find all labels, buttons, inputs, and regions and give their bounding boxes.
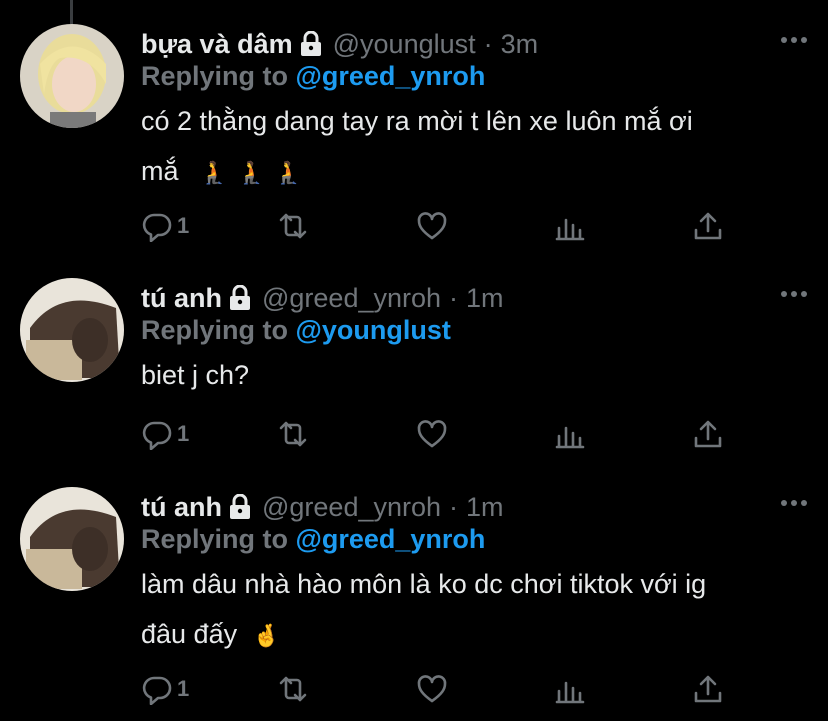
- separator-dot: ·: [483, 29, 493, 59]
- mention-link[interactable]: @younglust: [296, 315, 451, 345]
- share-icon: [694, 212, 722, 240]
- tweet-header: bựa và dâm @younglust · 3m: [141, 28, 538, 60]
- like-icon: [417, 212, 447, 240]
- replying-label: Replying to: [141, 315, 288, 345]
- crossed-fingers-emoji: 🤞: [252, 623, 281, 648]
- reply-count: 1: [177, 676, 190, 701]
- replying-to: Replying to @younglust: [141, 314, 451, 346]
- action-bar: 1: [141, 209, 741, 245]
- like-button[interactable]: [416, 209, 448, 243]
- reply-button[interactable]: 1: [141, 209, 189, 243]
- display-name[interactable]: tú anh: [141, 282, 222, 314]
- tweet-header: tú anh @greed_ynroh · 1m: [141, 491, 504, 523]
- display-name[interactable]: bựa và dâm: [141, 28, 293, 60]
- avatar-blonde-image: [20, 24, 124, 128]
- thread-connector: [70, 0, 73, 24]
- analytics-icon: [555, 426, 585, 449]
- tweet-text-line: biet j ch?: [141, 360, 250, 390]
- more-icon[interactable]: [780, 36, 808, 44]
- kneeling-emoji: 🧎: [237, 160, 265, 185]
- reply-icon: [142, 213, 172, 242]
- lock-icon: [230, 285, 250, 310]
- share-icon: [694, 675, 722, 703]
- tweet-text-line: có 2 thằng dang tay ra mời t lên xe luôn…: [141, 106, 693, 136]
- retweet-icon: [279, 421, 307, 447]
- analytics-icon: [555, 218, 585, 241]
- separator-dot: ·: [449, 283, 459, 313]
- reply-icon: [142, 421, 172, 450]
- reply-button[interactable]: 1: [141, 672, 189, 706]
- analytics-button[interactable]: [554, 209, 586, 243]
- avatar[interactable]: [20, 278, 124, 382]
- analytics-icon: [555, 681, 585, 704]
- tweet-3[interactable]: tú anh @greed_ynroh · 1m Replying to @gr…: [0, 487, 828, 721]
- analytics-button[interactable]: [554, 672, 586, 706]
- handle[interactable]: @greed_ynroh: [262, 491, 441, 523]
- retweet-icon: [279, 213, 307, 239]
- like-button[interactable]: [416, 417, 448, 451]
- lock-icon: [300, 31, 321, 56]
- more-icon[interactable]: [780, 499, 808, 507]
- replying-label: Replying to: [141, 524, 288, 554]
- tweet-text-line: đâu đấy: [141, 619, 238, 649]
- timestamp[interactable]: 1m: [466, 491, 504, 523]
- tweet-text: có 2 thằng dang tay ra mời t lên xe luôn…: [141, 96, 693, 198]
- reply-count: 1: [177, 213, 190, 238]
- timestamp[interactable]: 3m: [501, 28, 539, 60]
- display-name[interactable]: tú anh: [141, 491, 222, 523]
- analytics-button[interactable]: [554, 417, 586, 451]
- more-icon[interactable]: [780, 290, 808, 298]
- share-button[interactable]: [692, 672, 724, 706]
- timestamp[interactable]: 1m: [466, 282, 504, 314]
- retweet-icon: [279, 676, 307, 702]
- tweet-text: biet j ch?: [141, 350, 249, 400]
- tweet-text: làm dâu nhà hào môn là ko dc chơi tiktok…: [141, 559, 706, 661]
- tweet-text-line: mắ: [141, 156, 179, 186]
- action-bar: 1: [141, 417, 741, 453]
- replying-label: Replying to: [141, 61, 288, 91]
- share-button[interactable]: [692, 417, 724, 451]
- retweet-button[interactable]: [277, 209, 309, 243]
- kneeling-emoji: 🧎: [200, 160, 228, 185]
- avatar[interactable]: [20, 487, 124, 591]
- retweet-button[interactable]: [277, 672, 309, 706]
- like-button[interactable]: [416, 672, 448, 706]
- tweet-text-line: làm dâu nhà hào môn là ko dc chơi tiktok…: [141, 569, 707, 599]
- separator-dot: ·: [449, 492, 459, 522]
- like-icon: [417, 420, 447, 448]
- reply-count: 1: [177, 421, 190, 446]
- replying-to: Replying to @greed_ynroh: [141, 523, 485, 555]
- avatar-dark-hair-image: [20, 278, 124, 382]
- handle[interactable]: @younglust: [333, 28, 476, 60]
- handle[interactable]: @greed_ynroh: [262, 282, 441, 314]
- avatar[interactable]: [20, 24, 124, 128]
- reply-button[interactable]: 1: [141, 417, 189, 451]
- retweet-button[interactable]: [277, 417, 309, 451]
- mention-link[interactable]: @greed_ynroh: [296, 61, 486, 91]
- tweet-header: tú anh @greed_ynroh · 1m: [141, 282, 504, 314]
- action-bar: 1: [141, 672, 741, 708]
- kneeling-emoji: 🧎: [274, 160, 303, 185]
- mention-link[interactable]: @greed_ynroh: [296, 524, 486, 554]
- like-icon: [417, 675, 447, 703]
- tweet-2[interactable]: tú anh @greed_ynroh · 1m Replying to @yo…: [0, 278, 828, 468]
- share-button[interactable]: [692, 209, 724, 243]
- lock-icon: [230, 494, 250, 519]
- replying-to: Replying to @greed_ynroh: [141, 60, 485, 92]
- tweet-1[interactable]: bựa và dâm @younglust · 3m Replying to @…: [0, 24, 828, 254]
- reply-icon: [142, 676, 172, 705]
- avatar-dark-hair-image: [20, 487, 124, 591]
- share-icon: [694, 420, 722, 448]
